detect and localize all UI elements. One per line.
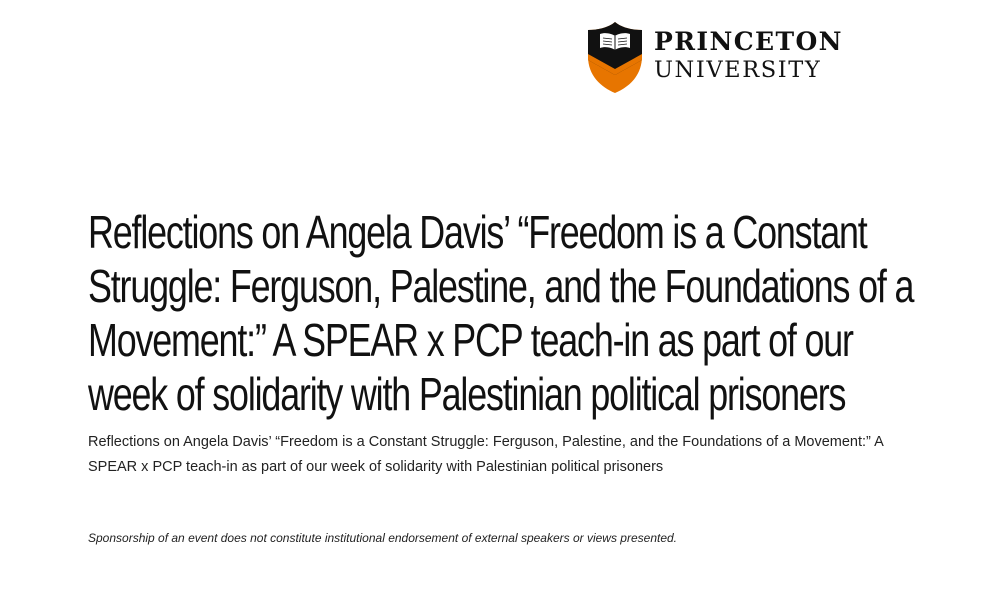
event-subtitle: Reflections on Angela Davis’ “Freedom is… <box>88 434 883 475</box>
logo-line-princeton: PRINCETON <box>654 27 843 56</box>
event-title: Reflections on Angela Davis’ “Freedom is… <box>88 206 914 420</box>
princeton-logo[interactable]: PRINCETON UNIVERSITY <box>586 20 843 94</box>
princeton-shield-icon <box>588 22 642 93</box>
logo-line-university: UNIVERSITY <box>654 57 822 83</box>
logo-wordmark: PRINCETON UNIVERSITY <box>654 29 843 82</box>
sponsorship-disclaimer: Sponsorship of an event does not constit… <box>88 531 678 545</box>
